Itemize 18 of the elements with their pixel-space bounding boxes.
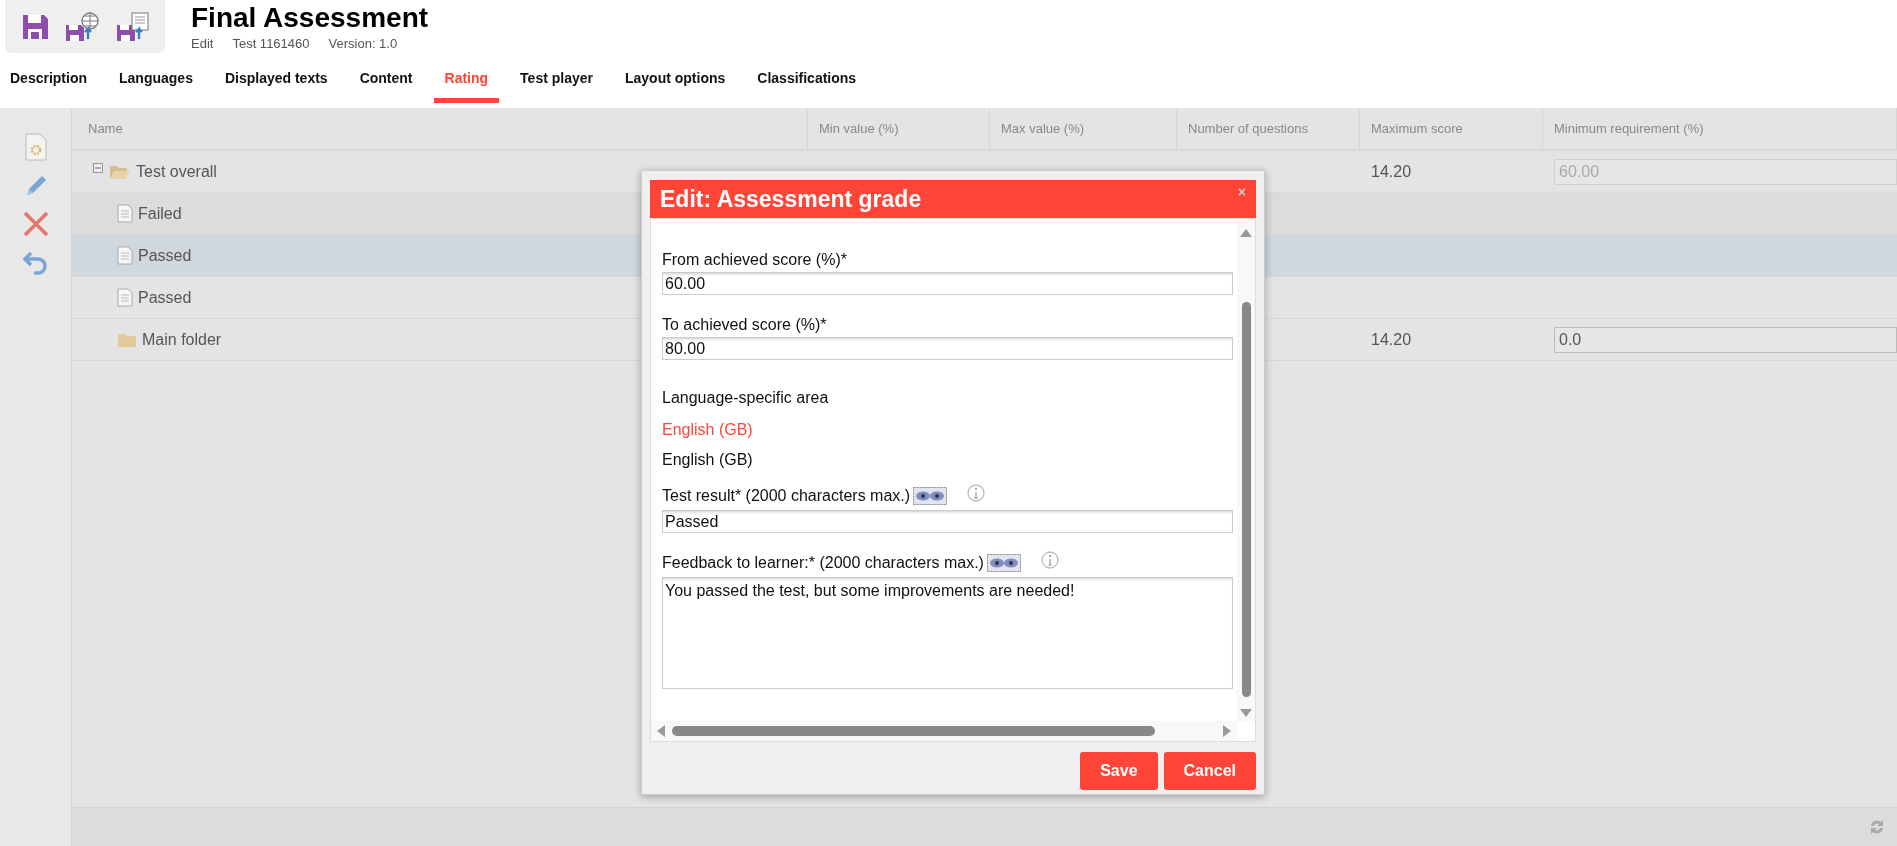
field-label: To achieved score (%)*: [662, 316, 827, 334]
section-heading: Language-specific area: [662, 389, 829, 407]
meta-text: Version: 1.0: [328, 36, 398, 51]
field-label: Test result* (2000 characters max.): [662, 487, 911, 505]
row-name: Passed: [138, 246, 192, 265]
field-label: Feedback to learner:* (2000 characters max.): [662, 554, 984, 572]
field-label: From achieved score (%)*: [662, 251, 847, 269]
row-name: Test overall: [136, 162, 217, 181]
page-title: Final Assessment: [191, 2, 429, 34]
row-name: Main folder: [142, 330, 222, 349]
meta-text: Edit: [191, 36, 214, 51]
row-name: Passed: [138, 288, 192, 307]
table-cell: 14.20: [1371, 330, 1412, 349]
table-cell: 14.20: [1371, 162, 1412, 181]
meta-text: Test 1161460: [232, 36, 310, 51]
row-name: Failed: [138, 204, 182, 223]
language-label: English (GB): [662, 451, 753, 469]
dialog-title: Edit: Assessment grade: [660, 185, 922, 213]
